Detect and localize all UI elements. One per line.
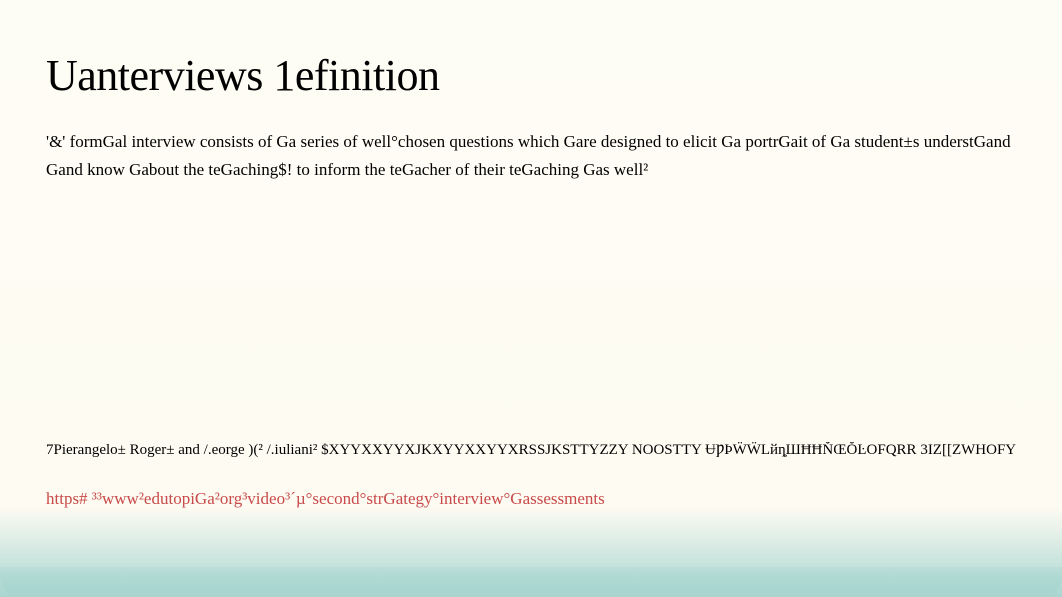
description-text-line2: Gand know Gabout the teGaching$! to info… [46,157,1016,183]
description-text-line1: '&' formGal interview consists of Ga ser… [46,129,1016,155]
reference-link[interactable]: https# ³³www²edutopiGa²org³video³´µ°seco… [46,489,1016,509]
citation-text: 7Pierangelo± Roger± and /.eorge )(² /.iu… [46,442,1016,459]
bottom-accent-bar [0,567,1062,597]
page-title: Uanterviews 1efinition [46,50,1016,101]
